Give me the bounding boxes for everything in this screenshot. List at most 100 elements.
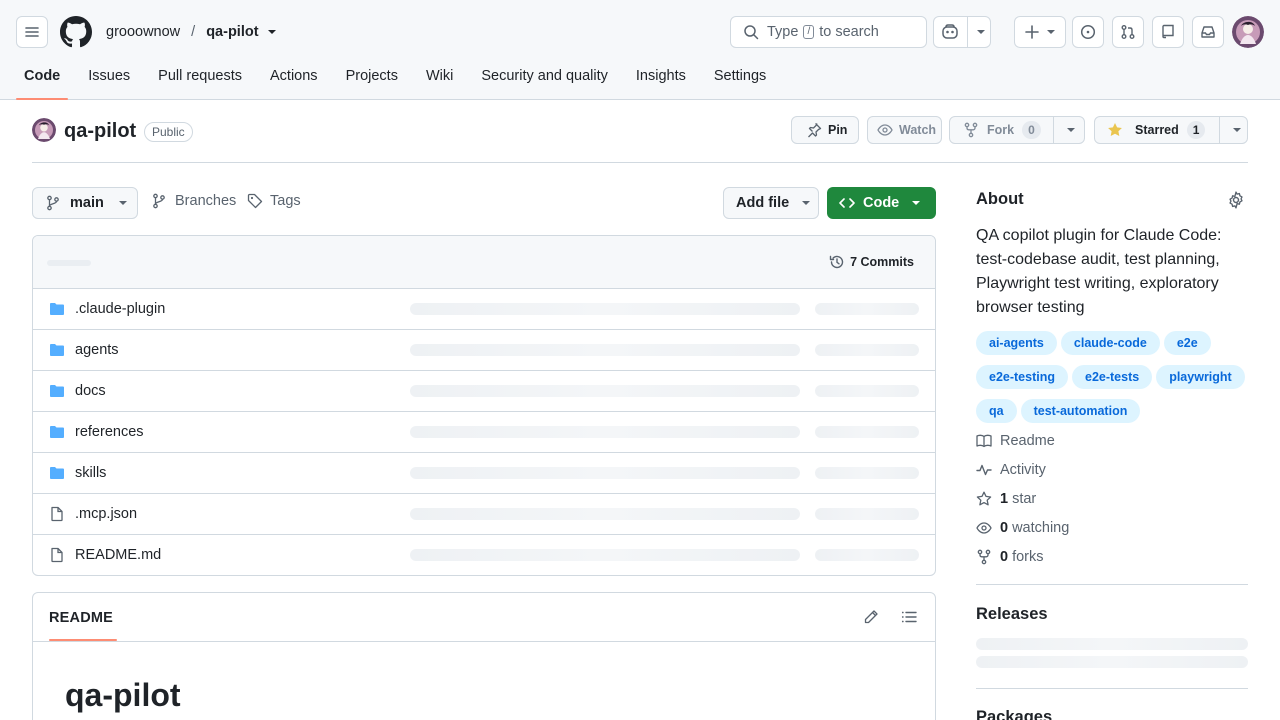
file-name-link[interactable]: agents [75,342,119,358]
branches-link[interactable]: Branches [151,193,236,209]
topic-tag[interactable]: e2e-testing [976,365,1068,389]
activity-link[interactable]: Activity [976,462,1046,478]
commits-link[interactable]: 7 Commits [829,254,914,270]
stars-link[interactable]: 1 star [976,491,1036,507]
table-row[interactable]: README.md [33,535,935,575]
create-new-button[interactable] [1014,16,1066,48]
tags-link[interactable]: Tags [247,193,301,209]
search-shortcut-key: / [803,25,815,39]
branch-name: main [70,195,104,211]
tag-icon [247,193,263,209]
user-avatar[interactable] [1232,16,1264,48]
topic-tag[interactable]: test-automation [1020,399,1141,423]
star-filled-icon [1107,122,1123,138]
eye-icon [877,122,893,138]
loading-placeholder [47,260,91,266]
file-name-link[interactable]: skills [75,465,106,481]
chevron-down-icon[interactable] [1066,125,1076,135]
chevron-down-icon[interactable] [267,27,277,37]
readme-link[interactable]: Readme [976,433,1055,449]
table-row[interactable]: .mcp.json [33,494,935,535]
file-name-link[interactable]: references [75,424,144,440]
tab-wiki[interactable]: Wiki [418,60,461,100]
add-file-label: Add file [736,195,790,211]
topic-tag[interactable]: e2e [1163,331,1211,355]
fork-button[interactable]: Fork 0 [949,116,1085,144]
table-row[interactable]: agents [33,330,935,371]
forks-link[interactable]: 0 forks [976,549,1044,565]
code-button[interactable]: Code [827,187,936,219]
chevron-down-icon[interactable] [1232,125,1242,135]
pull-requests-button[interactable] [1112,16,1144,48]
copilot-button[interactable] [933,16,991,48]
eye-icon [976,520,992,536]
loading-placeholder [410,303,800,315]
table-of-contents-icon[interactable] [901,609,917,625]
releases-heading[interactable]: Releases [976,605,1048,624]
repo-icon [1160,24,1176,40]
tab-code[interactable]: Code [16,60,69,100]
issues-button[interactable] [1072,16,1104,48]
topic-tag[interactable]: e2e-tests [1072,365,1153,389]
stars-count: 1 [1000,491,1009,507]
github-logo-icon[interactable] [60,16,92,48]
packages-heading[interactable]: Packages [976,708,1052,720]
page-title[interactable]: qa-pilot [64,118,136,144]
repositories-button[interactable] [1152,16,1184,48]
fork-label: Fork [987,123,1015,137]
topic-tag[interactable]: qa [976,399,1017,423]
table-row[interactable]: references [33,412,935,453]
add-file-button[interactable]: Add file [723,187,819,219]
tab-pull-requests[interactable]: Pull requests [150,60,250,100]
visibility-badge: Public [144,122,193,142]
branch-selector-button[interactable]: main [32,187,138,219]
pencil-icon[interactable] [863,609,879,625]
repo-owner-avatar[interactable] [32,118,56,142]
loading-placeholder [410,549,800,561]
fork-icon [963,122,979,138]
file-name-link[interactable]: docs [75,383,106,399]
activity-link-label: Activity [1000,462,1046,478]
inbox-button[interactable] [1192,16,1224,48]
tab-projects[interactable]: Projects [338,60,406,100]
loading-placeholder [410,385,800,397]
gear-icon[interactable] [1227,191,1245,209]
file-name-link[interactable]: .mcp.json [75,506,137,522]
pulse-icon [976,462,992,478]
owner-link[interactable]: grooownow [106,24,180,40]
star-button[interactable]: Starred 1 [1094,116,1248,144]
topic-tag[interactable]: claude-code [1060,331,1160,355]
topic-list: ai-agents claude-code e2e e2e-testing e2e-te… [976,331,1248,423]
tab-actions[interactable]: Actions [262,60,326,100]
loading-placeholder [815,426,919,438]
chevron-down-icon[interactable] [976,27,986,37]
pin-label: Pin [828,123,848,137]
tab-issues[interactable]: Issues [80,60,138,100]
table-row[interactable]: .claude-plugin [33,289,935,330]
repo-link[interactable]: qa-pilot [206,24,258,40]
branch-icon [151,193,167,209]
search-input[interactable]: Type / to search [730,16,927,48]
watchers-link[interactable]: 0 watching [976,520,1069,536]
table-row[interactable]: skills [33,453,935,494]
tab-settings[interactable]: Settings [706,60,774,100]
topic-tag[interactable]: playwright [1156,365,1245,389]
menu-button[interactable] [16,16,48,48]
readme-tab[interactable]: README [49,610,113,626]
file-name-link[interactable]: .claude-plugin [75,301,165,317]
tab-insights[interactable]: Insights [628,60,694,100]
tab-security-and-quality[interactable]: Security and quality [473,60,616,100]
table-row[interactable]: docs [33,371,935,412]
pin-button[interactable]: Pin [791,116,859,144]
loading-placeholder [815,549,919,561]
inbox-icon [1200,24,1216,40]
history-icon [829,254,845,270]
divider [32,162,1248,163]
chevron-down-icon [118,198,128,208]
button-divider [966,17,968,47]
watch-button[interactable]: Watch [867,116,942,144]
file-name-link[interactable]: README.md [75,547,161,563]
topic-tag[interactable]: ai-agents [976,331,1057,355]
readme-link-label: Readme [1000,433,1055,449]
loading-placeholder [410,467,800,479]
